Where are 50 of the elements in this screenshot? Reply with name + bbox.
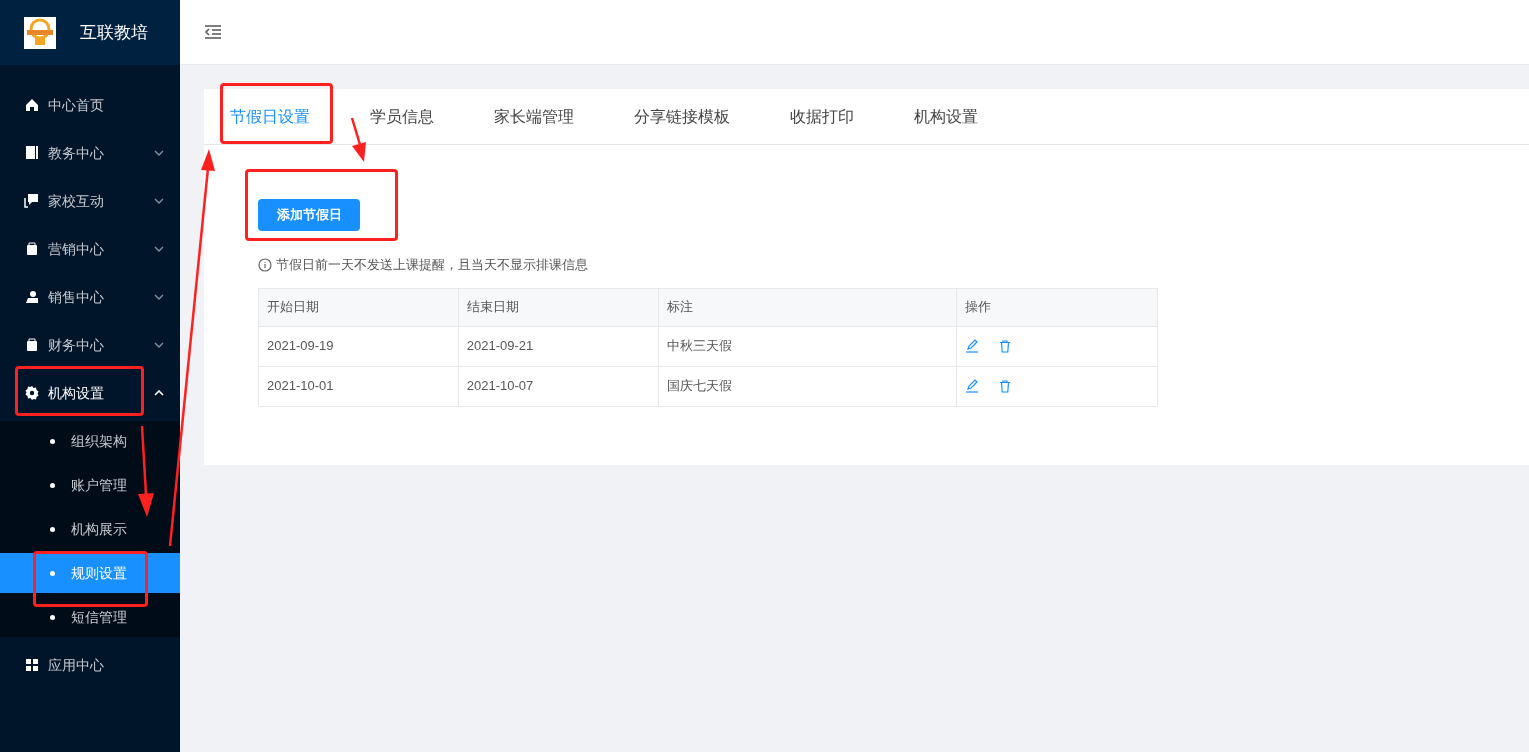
delete-icon[interactable]: [999, 339, 1012, 353]
menu-item[interactable]: 应用中心: [0, 641, 180, 689]
column-header: 结束日期: [458, 288, 659, 326]
tab[interactable]: 收据打印: [790, 89, 854, 144]
menu-item[interactable]: 机构设置: [0, 369, 180, 417]
grid-icon: [24, 657, 40, 673]
menu-item[interactable]: 教务中心: [0, 129, 180, 177]
home-icon: [24, 97, 40, 113]
info-icon: [258, 257, 272, 272]
notice-text: 节假日前一天不发送上课提醒，且当天不显示排课信息: [276, 256, 588, 274]
bullet-icon: [50, 482, 55, 488]
bag-icon: [24, 241, 40, 257]
column-header: 操作: [956, 288, 1158, 326]
menu-item[interactable]: 家校互动: [0, 177, 180, 225]
annotation-arrow: [350, 117, 366, 162]
bullet-icon: [50, 438, 55, 444]
tab[interactable]: 家长端管理: [494, 89, 574, 144]
column-header: 标注: [658, 288, 957, 326]
submenu-item[interactable]: 账户管理: [0, 465, 180, 505]
table-cell: 2021-10-07: [458, 366, 659, 406]
bag-icon: [24, 337, 40, 353]
chat-icon: [24, 193, 40, 209]
table-cell: 中秋三天假: [658, 326, 957, 366]
bullet-icon: [50, 614, 55, 620]
logo-icon: [24, 16, 56, 49]
table-cell: 2021-09-21: [458, 326, 659, 366]
menu-item[interactable]: 销售中心: [0, 273, 180, 321]
submenu-item[interactable]: 机构展示: [0, 509, 180, 549]
table-cell: 国庆七天假: [658, 366, 957, 406]
table-cell: 2021-10-01: [258, 366, 459, 406]
book-icon: [24, 145, 40, 161]
bullet-icon: [50, 570, 55, 576]
submenu-item[interactable]: 短信管理: [0, 597, 180, 637]
table-cell: 2021-09-19: [258, 326, 459, 366]
edit-icon[interactable]: [965, 339, 980, 353]
tab[interactable]: 学员信息: [370, 89, 434, 144]
settings-icon: [24, 385, 40, 401]
menu-item[interactable]: 中心首页: [0, 81, 180, 129]
edit-icon[interactable]: [965, 379, 980, 393]
column-header: 开始日期: [258, 288, 459, 326]
menu-fold-icon[interactable]: [204, 25, 222, 39]
submenu-item[interactable]: 组织架构: [0, 421, 180, 461]
bullet-icon: [50, 526, 55, 532]
delete-icon[interactable]: [999, 379, 1012, 393]
menu-item[interactable]: 财务中心: [0, 321, 180, 369]
tab[interactable]: 机构设置: [914, 89, 978, 144]
menu-item[interactable]: 营销中心: [0, 225, 180, 273]
tab[interactable]: 分享链接模板: [634, 89, 730, 144]
brand-title: 互联教培: [80, 21, 148, 44]
person-icon: [24, 289, 40, 305]
